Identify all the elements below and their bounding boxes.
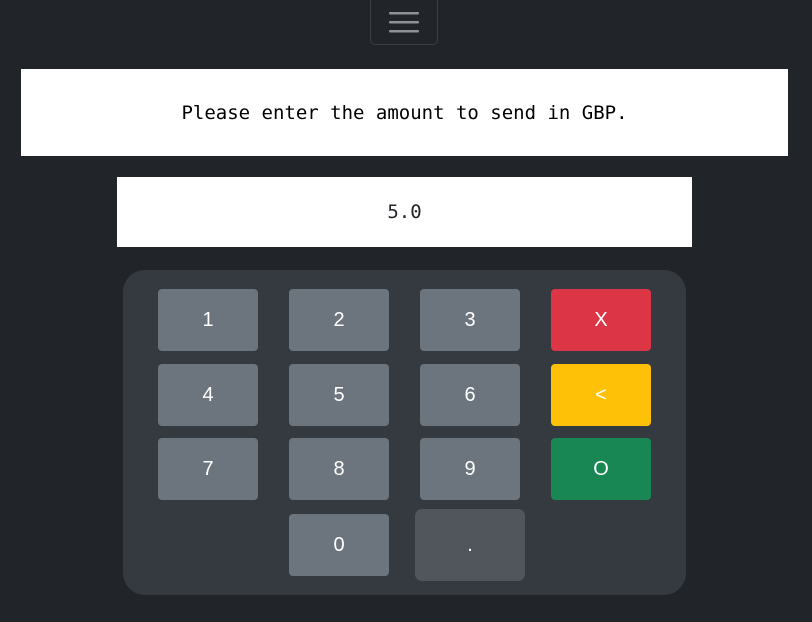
ok-button[interactable]: O [551, 438, 651, 500]
menu-toggle-button[interactable] [370, 0, 438, 45]
backspace-button[interactable]: < [551, 364, 651, 426]
prompt-text: Please enter the amount to send in GBP. [181, 101, 628, 124]
prompt-message: Please enter the amount to send in GBP. [21, 69, 788, 156]
amount-display: 5.0 [117, 177, 692, 247]
key-1[interactable]: 1 [158, 289, 258, 351]
key-4[interactable]: 4 [158, 364, 258, 426]
amount-value: 5.0 [387, 201, 422, 223]
key-3[interactable]: 3 [420, 289, 520, 351]
key-6[interactable]: 6 [420, 364, 520, 426]
key-7[interactable]: 7 [158, 438, 258, 500]
hamburger-menu-icon [388, 9, 420, 35]
key-9[interactable]: 9 [420, 438, 520, 500]
decimal-point-button[interactable]: . [415, 509, 525, 581]
key-0[interactable]: 0 [289, 514, 389, 576]
key-2[interactable]: 2 [289, 289, 389, 351]
cancel-button[interactable]: X [551, 289, 651, 351]
keypad: 1 2 3 X 4 5 6 < 7 8 9 O 0 . [123, 270, 686, 595]
key-5[interactable]: 5 [289, 364, 389, 426]
key-8[interactable]: 8 [289, 438, 389, 500]
